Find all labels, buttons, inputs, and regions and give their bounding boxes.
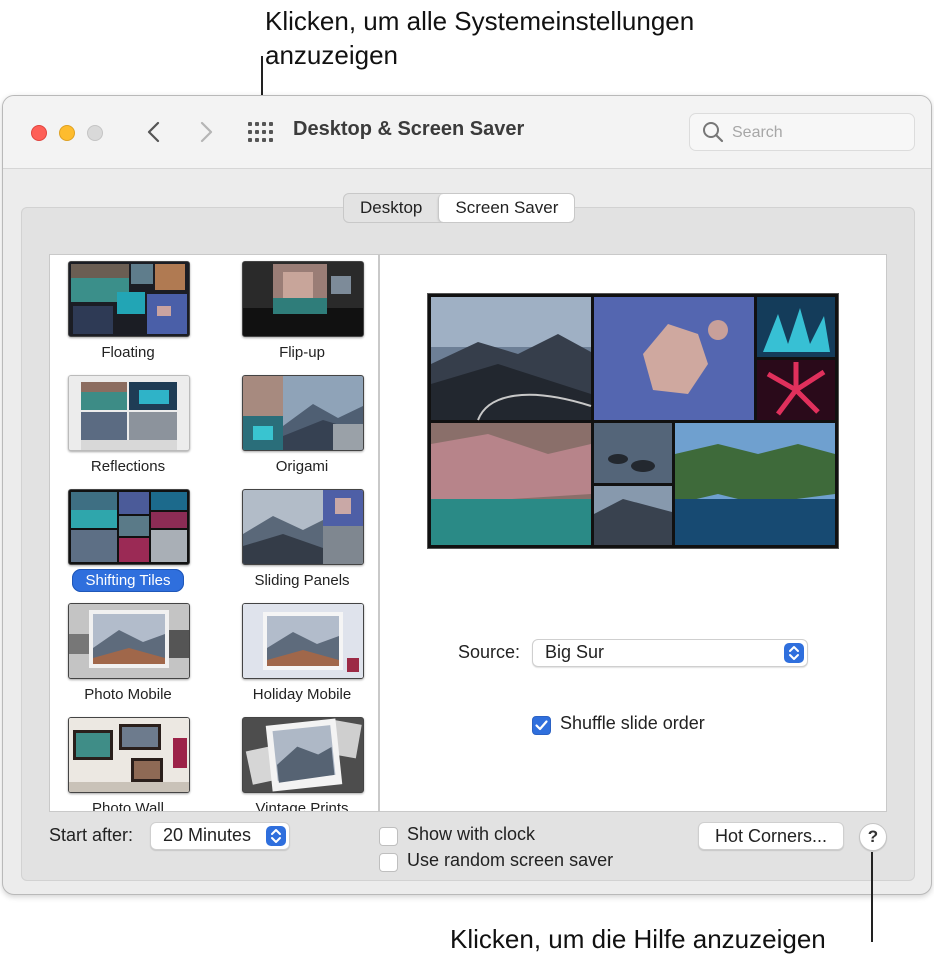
shuffle-label: Shuffle slide order xyxy=(560,713,705,733)
saver-label: Photo Wall xyxy=(92,800,164,812)
start-after-select[interactable]: 20 Minutes xyxy=(150,822,290,850)
saver-thumbnail xyxy=(68,717,190,793)
saver-label: Sliding Panels xyxy=(254,572,350,589)
saver-thumbnail xyxy=(68,603,190,679)
chevron-left-icon xyxy=(147,121,160,143)
saver-thumbnail xyxy=(242,717,364,793)
callout-leader-bottom xyxy=(871,852,873,942)
saver-thumbnail xyxy=(242,261,364,337)
start-after-label: Start after: xyxy=(49,825,134,845)
saver-item-shifting-tiles[interactable]: Shifting Tiles xyxy=(58,489,198,601)
back-button[interactable] xyxy=(139,116,169,148)
screen-saver-list[interactable]: Floating Flip-up Reflections Origami Shi… xyxy=(49,254,379,812)
title-bar: Desktop & Screen Saver xyxy=(3,96,931,169)
saver-label: Origami xyxy=(275,458,329,475)
saver-thumbnail xyxy=(68,489,190,565)
zoom-window-button[interactable] xyxy=(87,125,103,141)
callout-system-preferences: Klicken, um alle Systemeinstellungen anz… xyxy=(265,6,695,70)
saver-label: Reflections xyxy=(90,458,166,475)
start-after-value: 20 Minutes xyxy=(163,825,252,845)
saver-thumbnail xyxy=(242,489,364,565)
tab-desktop[interactable]: Desktop xyxy=(344,194,438,222)
screen-saver-panel: Floating Flip-up Reflections Origami Shi… xyxy=(21,207,915,881)
select-stepper-icon xyxy=(266,826,286,846)
chevron-right-icon xyxy=(200,121,213,143)
saver-label: Holiday Mobile xyxy=(252,686,352,703)
saver-label: Vintage Prints xyxy=(255,800,349,812)
hot-corners-button[interactable]: Hot Corners... xyxy=(698,822,844,850)
show-clock-label: Show with clock xyxy=(407,824,536,844)
saver-item-reflections[interactable]: Reflections xyxy=(58,375,198,487)
saver-label: Flip-up xyxy=(279,344,325,361)
grid-icon xyxy=(248,122,273,142)
random-saver-checkbox[interactable] xyxy=(379,853,398,872)
saver-thumbnail xyxy=(68,261,190,337)
shuffle-checkbox[interactable] xyxy=(532,716,551,735)
saver-item-photo-mobile[interactable]: Photo Mobile xyxy=(58,603,198,715)
saver-thumbnail xyxy=(242,375,364,451)
select-stepper-icon xyxy=(784,643,804,663)
show-all-preferences-button[interactable] xyxy=(247,120,273,144)
tab-bar: Desktop Screen Saver xyxy=(343,193,576,223)
saver-item-vintage-prints[interactable]: Vintage Prints xyxy=(232,717,372,812)
saver-label: Shifting Tiles xyxy=(58,569,198,592)
saver-thumbnail xyxy=(242,603,364,679)
tab-screen-saver[interactable]: Screen Saver xyxy=(438,194,575,222)
saver-label: Floating xyxy=(101,344,155,361)
checkmark-icon xyxy=(535,720,548,731)
show-clock-checkbox[interactable] xyxy=(379,827,398,846)
screen-saver-preview xyxy=(427,293,839,549)
search-input[interactable] xyxy=(730,120,909,146)
saver-item-photo-wall[interactable]: Photo Wall xyxy=(58,717,198,812)
saver-thumbnail xyxy=(68,375,190,451)
forward-button[interactable] xyxy=(191,116,221,148)
callout-help: Klicken, um die Hilfe anzuzeigen xyxy=(450,924,826,954)
source-label: Source: xyxy=(458,642,521,662)
saver-item-origami[interactable]: Origami xyxy=(232,375,372,487)
saver-item-flip-up[interactable]: Flip-up xyxy=(232,261,372,373)
saver-item-sliding-panels[interactable]: Sliding Panels xyxy=(232,489,372,601)
saver-item-floating[interactable]: Floating xyxy=(58,261,198,373)
random-saver-label: Use random screen saver xyxy=(407,850,614,870)
search-icon xyxy=(703,122,724,143)
source-select[interactable]: Big Sur xyxy=(532,639,808,667)
help-button[interactable]: ? xyxy=(859,823,887,851)
close-window-button[interactable] xyxy=(31,125,47,141)
minimize-window-button[interactable] xyxy=(59,125,75,141)
saver-label: Photo Mobile xyxy=(84,686,172,703)
saver-item-holiday-mobile[interactable]: Holiday Mobile xyxy=(232,603,372,715)
search-field[interactable] xyxy=(689,113,915,151)
preferences-window: Desktop & Screen Saver Desktop Screen Sa… xyxy=(2,95,932,895)
window-title: Desktop & Screen Saver xyxy=(293,118,525,140)
source-value: Big Sur xyxy=(545,642,605,662)
preview-pane: Source: Big Sur Shuffle slide order xyxy=(379,254,887,812)
